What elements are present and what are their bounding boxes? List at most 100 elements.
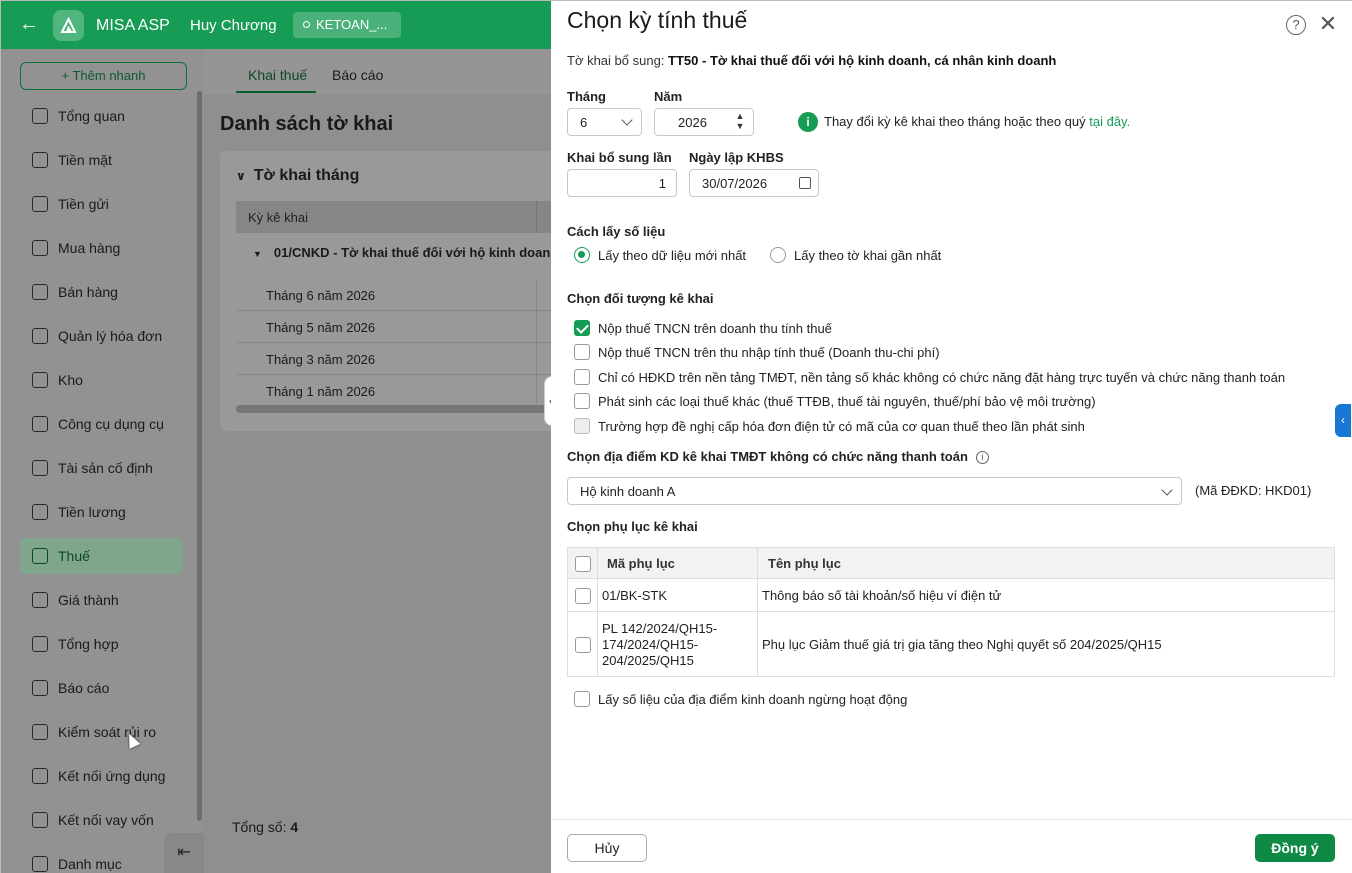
checkbox-checked-icon	[574, 320, 590, 336]
sidebar-item-2[interactable]: Tiền gửi	[20, 186, 183, 222]
horizontal-scrollbar[interactable]	[236, 405, 551, 413]
subject-checkbox-ecommerce[interactable]: Chỉ có HĐKD trên nền tảng TMĐT, nền tảng…	[574, 369, 1285, 385]
sidebar-item-3[interactable]: Mua hàng	[20, 230, 183, 266]
subject-label-4: Trường hợp đề nghị cấp hóa đơn điện tử c…	[598, 418, 1085, 434]
database-chip[interactable]: KETOAN_...	[293, 12, 401, 38]
subject-checkbox-other-taxes[interactable]: Phát sinh các loại thuế khác (thuế TTĐB,…	[574, 393, 1096, 409]
appendix-label: Chọn phụ lục kê khai	[567, 519, 698, 534]
sidebar-item-5[interactable]: Quản lý hóa đơn	[20, 318, 183, 354]
side-panel-toggle-icon[interactable]: ‹	[1335, 404, 1351, 437]
sidebar-item-13[interactable]: Báo cáo	[20, 670, 183, 706]
cart-icon	[32, 284, 48, 300]
period-cell: Tháng 5 năm 2026	[266, 320, 376, 335]
report-icon	[32, 680, 48, 696]
appendix-row-checkbox[interactable]	[575, 588, 591, 604]
supplement-label: Khai bổ sung lần	[567, 150, 672, 165]
radio-latest-data[interactable]: Lấy theo dữ liệu mới nhất	[574, 247, 746, 263]
appendix-name-cell: Thông báo số tài khoản/số hiệu ví điện t…	[762, 588, 1002, 603]
sidebar-item-label: Kiểm soát rủi ro	[58, 724, 157, 740]
sidebar-item-10[interactable]: Thuế	[20, 538, 183, 574]
calendar-icon[interactable]	[799, 177, 811, 189]
column-header-name: Tên phụ lục	[768, 556, 841, 571]
change-period-link[interactable]: tại đây.	[1089, 114, 1130, 129]
location-select[interactable]: Hộ kinh doanh A	[567, 477, 1182, 505]
closed-location-checkbox[interactable]: Lấy số liệu của địa điểm kinh doanh ngừn…	[574, 691, 907, 707]
back-arrow-icon[interactable]: ←	[17, 13, 41, 37]
total-label: Tổng số:	[232, 819, 287, 835]
sidebar-item-12[interactable]: Tổng hợp	[20, 626, 183, 662]
subtitle-form-name: TT50 - Tờ khai thuế đối với hộ kinh doan…	[668, 53, 1057, 68]
info-icon[interactable]: i	[975, 451, 989, 464]
group-title[interactable]: ∨ Tờ khai tháng	[236, 167, 359, 185]
sidebar-item-15[interactable]: Kết nối ứng dụng	[20, 758, 183, 794]
month-select[interactable]: 6	[567, 108, 642, 136]
group-title-text: Tờ khai tháng	[253, 167, 360, 184]
sidebar-item-label: Kho	[58, 372, 83, 388]
subject-label: Chọn đối tượng kê khai	[567, 291, 714, 306]
sidebar-item-6[interactable]: Kho	[20, 362, 183, 398]
sidebar-item-16[interactable]: Kết nối vay vốn	[20, 802, 183, 838]
date-field[interactable]: 30/07/2026	[689, 169, 819, 197]
sidebar-item-label: Thuế	[58, 548, 90, 564]
salary-icon	[32, 504, 48, 520]
sidebar-item-label: Công cụ dụng cụ	[58, 416, 164, 432]
close-icon[interactable]: ✕	[1317, 13, 1339, 35]
subject-label-3: Phát sinh các loại thuế khác (thuế TTĐB,…	[598, 393, 1096, 409]
year-label: Năm	[654, 89, 683, 104]
sidebar-item-label: Mua hàng	[58, 240, 121, 256]
sidebar-item-1[interactable]: Tiền mặt	[20, 142, 183, 178]
sidebar-scrollbar[interactable]	[197, 91, 202, 821]
column-divider	[757, 548, 758, 676]
radio-nearest-declaration[interactable]: Lấy theo tờ khai gần nhất	[770, 247, 941, 263]
radio-icon	[770, 247, 786, 263]
stepper-arrows-icon[interactable]: ▲ ▼	[733, 111, 747, 133]
sidebar-item-17[interactable]: Danh mục	[20, 846, 183, 873]
sidebar-item-14[interactable]: Kiểm soát rủi ro	[20, 714, 183, 750]
supplement-input[interactable]: 1	[567, 169, 677, 197]
sidebar-item-9[interactable]: Tiền lương	[20, 494, 183, 530]
info-message: Thay đổi kỳ kê khai theo tháng hoặc theo…	[824, 114, 1086, 129]
help-icon[interactable]: ?	[1286, 15, 1306, 35]
table-row[interactable]: Tháng 6 năm 2026	[236, 279, 551, 311]
radio-nearest-label: Lấy theo tờ khai gần nhất	[794, 247, 942, 263]
checkbox-icon	[574, 393, 590, 409]
table-row[interactable]: Tháng 1 năm 2026	[236, 375, 551, 407]
tax-period-dialog: Chọn kỳ tính thuế ? ✕ Tờ khai bổ sung: T…	[551, 1, 1352, 873]
column-divider	[536, 201, 537, 233]
sidebar-item-7[interactable]: Công cụ dụng cụ	[20, 406, 183, 442]
year-value: 2026	[678, 115, 707, 130]
subtitle-prefix: Tờ khai bổ sung:	[567, 53, 665, 68]
collapse-sidebar-icon[interactable]: ⇤	[164, 833, 204, 873]
add-quick-button[interactable]: + Thêm nhanh	[20, 62, 187, 90]
table-row[interactable]: Tháng 5 năm 2026	[236, 311, 551, 343]
appendix-code-cell: PL 142/2024/QH15-174/2024/QH15-204/2025/…	[602, 621, 718, 668]
location-code: (Mã ĐĐKD: HKD01)	[1195, 483, 1312, 498]
tab-bao-cao[interactable]: Báo cáo	[332, 67, 383, 83]
summary-icon	[32, 636, 48, 652]
company-name[interactable]: Huy Chương	[190, 17, 277, 34]
year-stepper[interactable]: 2026 ▲ ▼	[654, 108, 754, 136]
shopping-bag-icon	[32, 240, 48, 256]
select-all-checkbox[interactable]	[575, 556, 591, 572]
subject-checkbox-income[interactable]: Nộp thuế TNCN trên thu nhập tính thuế (D…	[574, 344, 940, 360]
sidebar-item-0[interactable]: Tổng quan	[20, 98, 183, 134]
sidebar-item-label: Tổng hợp	[58, 636, 119, 652]
dialog-title: Chọn kỳ tính thuế	[567, 7, 748, 33]
chevron-down-icon	[621, 114, 633, 126]
total-count: Tổng số: 4	[232, 819, 298, 835]
appendix-code-cell: 01/BK-STK	[602, 588, 668, 603]
app-name: MISA ASP	[96, 17, 170, 34]
form-group-row[interactable]: ▼ 01/CNKD - Tờ khai thuế đối với hộ kinh …	[253, 245, 551, 260]
tab-khai-thue[interactable]: Khai thuế	[248, 67, 307, 83]
appendix-row-checkbox[interactable]	[575, 637, 591, 653]
sidebar-item-4[interactable]: Bán hàng	[20, 274, 183, 310]
sidebar-item-11[interactable]: Giá thành	[20, 582, 183, 618]
cancel-button[interactable]: Hủy	[567, 834, 647, 862]
column-divider	[597, 548, 598, 676]
subject-checkbox-revenue[interactable]: Nộp thuế TNCN trên doanh thu tính thuế	[574, 320, 832, 336]
sidebar-item-8[interactable]: Tài sản cố định	[20, 450, 183, 486]
confirm-button[interactable]: Đồng ý	[1255, 834, 1335, 862]
period-info-text: Thay đổi kỳ kê khai theo tháng hoặc theo…	[824, 114, 1130, 129]
table-row[interactable]: Tháng 3 năm 2026	[236, 343, 551, 375]
info-icon: i	[798, 112, 818, 132]
